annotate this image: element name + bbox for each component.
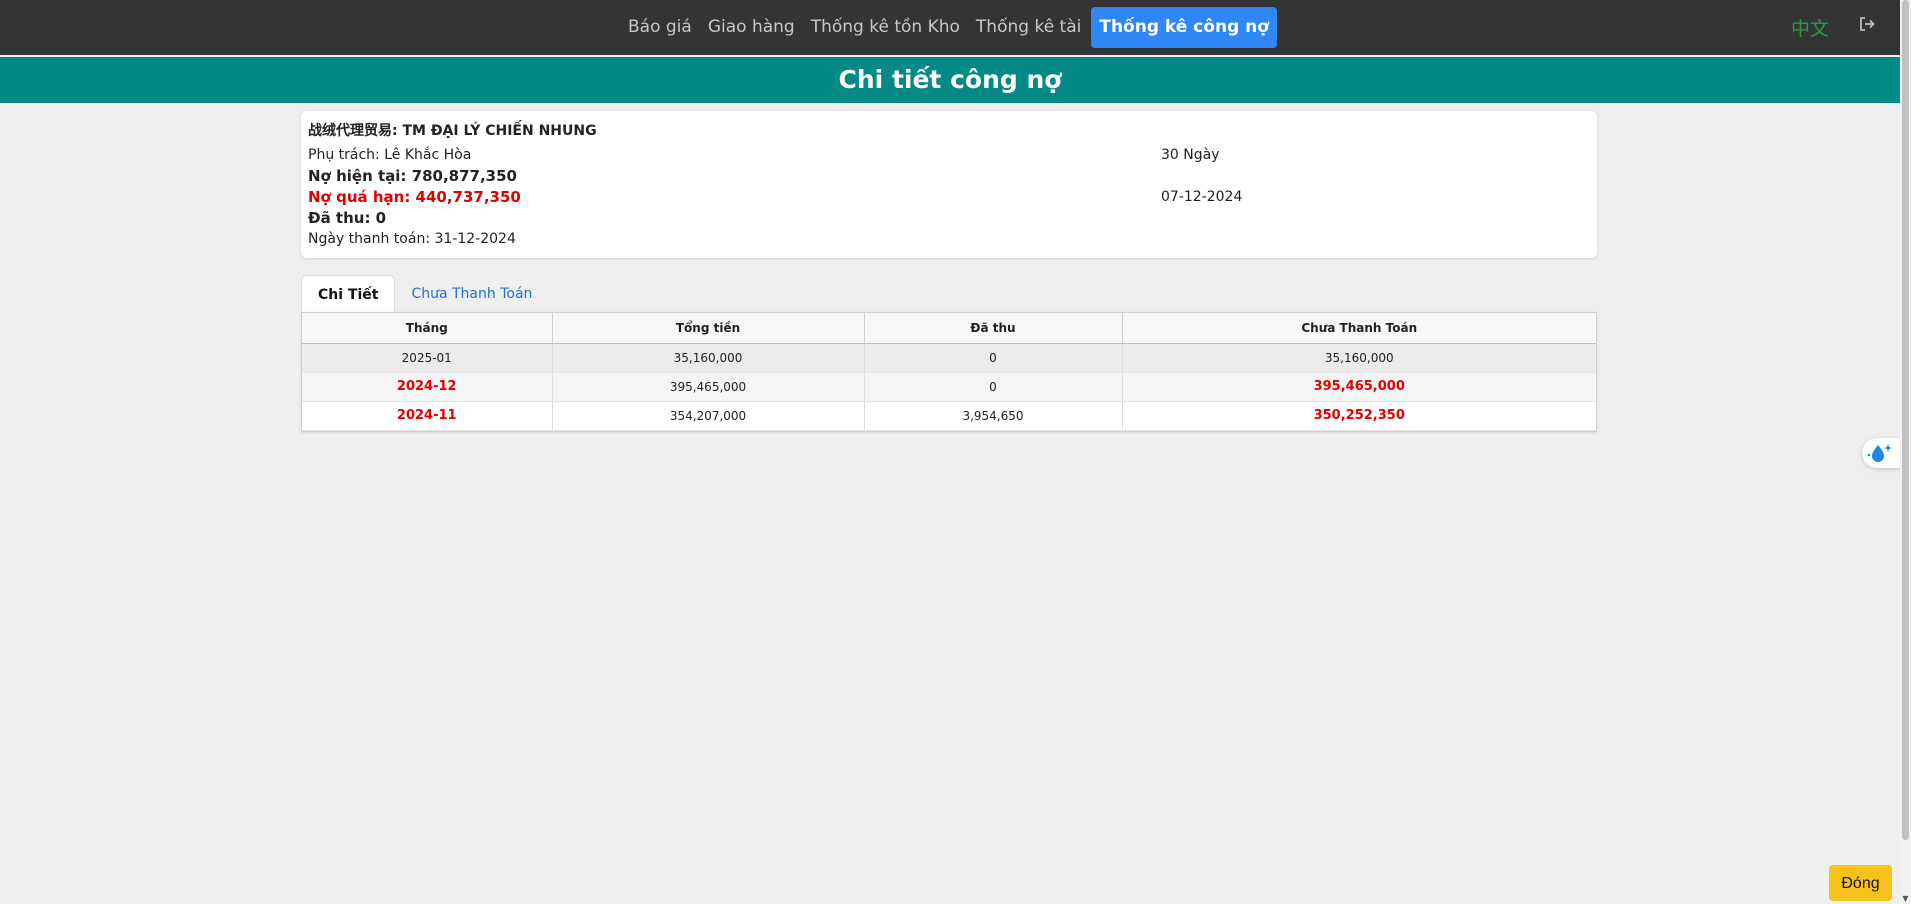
current-debt-text: Nợ hiện tại: 780,877,350: [308, 167, 517, 185]
cell-unpaid: 35,160,000: [1122, 343, 1596, 373]
close-button[interactable]: Đóng: [1829, 865, 1892, 901]
payment-term: 30 Ngày: [1161, 147, 1220, 163]
cell-month: 2024-12: [302, 372, 553, 402]
table-row[interactable]: 2024-11 354,207,000 3,954,650 350,252,35…: [302, 401, 1596, 431]
nav-link-thong-ke-ton-kho[interactable]: Thống kê tồn Kho: [803, 7, 968, 48]
cell-collected: 0: [864, 343, 1123, 373]
cell-month: 2024-11: [302, 401, 553, 431]
column-header-unpaid[interactable]: Chưa Thanh Toán: [1122, 313, 1596, 344]
cell-unpaid: 395,465,000: [1122, 372, 1596, 402]
column-header-month[interactable]: Tháng: [302, 313, 553, 344]
cell-collected: 3,954,650: [864, 401, 1123, 431]
debt-info-card: 战绒代理贸易: TM ĐẠI LÝ CHIẾN NHUNG Phụ trách:…: [301, 111, 1597, 258]
table-row[interactable]: 2025-01 35,160,000 0 35,160,000: [302, 343, 1596, 373]
scroll-thumb[interactable]: [1902, 0, 1909, 840]
tab-bar: Chi Tiết Chưa Thanh Toán: [301, 275, 548, 313]
cell-collected: 0: [864, 372, 1123, 402]
column-header-total[interactable]: Tổng tiền: [552, 313, 865, 344]
customer-name: 战绒代理贸易: TM ĐẠI LÝ CHIẾN NHUNG: [308, 123, 597, 139]
water-drop-sparkle-icon: [1862, 444, 1900, 472]
payment-date-text: Ngày thanh toán: 31-12-2024: [308, 231, 516, 247]
table-header-row: Tháng Tổng tiền Đã thu Chưa Thanh Toán: [302, 313, 1596, 344]
language-toggle[interactable]: 中文: [1791, 14, 1829, 41]
nav-link-thong-ke-cong-no[interactable]: Thống kê công nợ: [1091, 7, 1277, 48]
tab-chua-thanh-toan[interactable]: Chưa Thanh Toán: [395, 275, 548, 313]
column-header-collected[interactable]: Đã thu: [864, 313, 1123, 344]
cell-month: 2025-01: [302, 343, 553, 373]
scroll-down-arrow-icon[interactable]: ▼: [1901, 894, 1910, 904]
cell-total: 395,465,000: [552, 372, 865, 402]
cell-unpaid: 350,252,350: [1122, 401, 1596, 431]
top-navbar: Báo giá Giao hàng Thống kê tồn Kho Thống…: [0, 0, 1900, 55]
table-row[interactable]: 2024-12 395,465,000 0 395,465,000: [302, 372, 1596, 402]
tab-chi-tiet[interactable]: Chi Tiết: [301, 275, 396, 313]
page-title: Chi tiết công nợ: [0, 57, 1900, 103]
debt-table: Tháng Tổng tiền Đã thu Chưa Thanh Toán 2…: [301, 312, 1597, 432]
nav-link-bao-gia[interactable]: Báo giá: [620, 7, 700, 48]
nav-link-thong-ke-tai[interactable]: Thống kê tài: [968, 7, 1089, 48]
logout-icon[interactable]: [1858, 15, 1878, 35]
floating-assistant-button[interactable]: [1862, 438, 1900, 468]
overdue-date: 07-12-2024: [1161, 189, 1243, 205]
nav-links: Báo giá Giao hàng Thống kê tồn Kho Thống…: [620, 7, 1277, 48]
page-scrollbar[interactable]: ▲ ▼: [1900, 0, 1911, 904]
overdue-debt-text: Nợ quá hạn: 440,737,350: [308, 188, 521, 206]
nav-link-giao-hang[interactable]: Giao hàng: [700, 7, 803, 48]
cell-total: 35,160,000: [552, 343, 865, 373]
collected-text: Đã thu: 0: [308, 209, 387, 227]
cell-total: 354,207,000: [552, 401, 865, 431]
handler-text: Phụ trách: Lê Khắc Hòa: [308, 147, 472, 163]
